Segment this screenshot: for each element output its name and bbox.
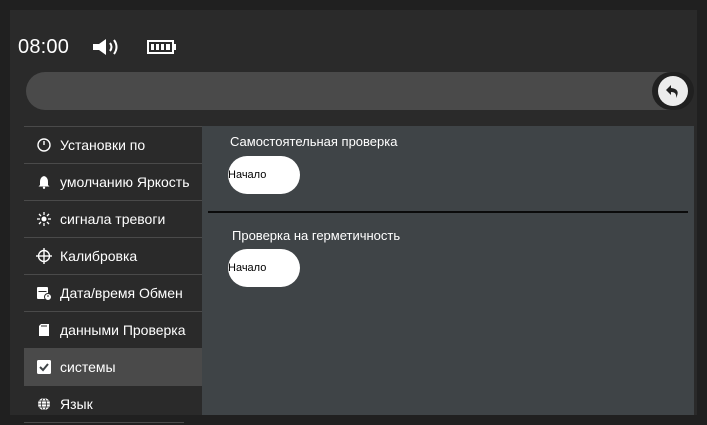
- sd-card-icon: [32, 323, 56, 337]
- sidebar-item-language[interactable]: Язык: [24, 385, 202, 422]
- sidebar-item-alarm[interactable]: сигнала тревоги: [24, 200, 202, 237]
- self-test-title: Самостоятельная проверка: [230, 134, 398, 149]
- sidebar-item-factory-settings[interactable]: Установки по: [24, 126, 202, 163]
- sidebar: Установки по умолчанию Яркость сигнала т…: [24, 126, 202, 423]
- sidebar-item-brightness[interactable]: умолчанию Яркость: [24, 163, 202, 200]
- sidebar-item-data-exchange[interactable]: данными Проверка: [24, 311, 202, 348]
- main-panel: Самостоятельная проверка Начало Проверка…: [202, 126, 694, 415]
- seal-test-start-button[interactable]: Начало: [228, 249, 300, 287]
- sidebar-item-label: системы: [60, 359, 116, 375]
- sidebar-item-calibration[interactable]: Калибровка: [24, 237, 202, 274]
- speaker-icon: [91, 36, 125, 58]
- sidebar-item-datetime[interactable]: Дата/время Обмен: [24, 274, 202, 311]
- gauge-icon: [32, 138, 56, 152]
- clock: 08:00: [18, 35, 70, 58]
- sidebar-divider: [24, 422, 184, 423]
- button-label: Начало: [228, 169, 267, 181]
- button-label: Начало: [228, 262, 267, 274]
- sidebar-item-system-check[interactable]: системы: [24, 348, 202, 385]
- bell-icon: [32, 175, 56, 189]
- sidebar-item-label: данными Проверка: [60, 322, 186, 338]
- battery-icon: [147, 39, 177, 55]
- back-button[interactable]: [652, 72, 694, 110]
- brightness-icon: [32, 212, 56, 226]
- calendar-clock-icon: [32, 285, 56, 301]
- sidebar-item-label: умолчанию Яркость: [60, 174, 190, 190]
- seal-test-title: Проверка на герметичность: [232, 228, 401, 243]
- globe-icon: [32, 397, 56, 411]
- sidebar-item-label: Дата/время Обмен: [60, 285, 183, 301]
- self-test-start-button[interactable]: Начало: [228, 156, 300, 194]
- checkbox-icon: [32, 359, 56, 375]
- section-divider: [208, 211, 688, 213]
- sidebar-item-label: Язык: [60, 396, 93, 412]
- sidebar-item-label: Калибровка: [60, 248, 138, 264]
- sidebar-item-label: Установки по: [60, 137, 146, 153]
- status-bar: 08:00: [18, 30, 177, 64]
- crosshair-icon: [32, 248, 56, 264]
- sidebar-item-label: сигнала тревоги: [60, 211, 166, 227]
- title-bar: [26, 72, 690, 110]
- back-arrow-icon: [658, 76, 688, 106]
